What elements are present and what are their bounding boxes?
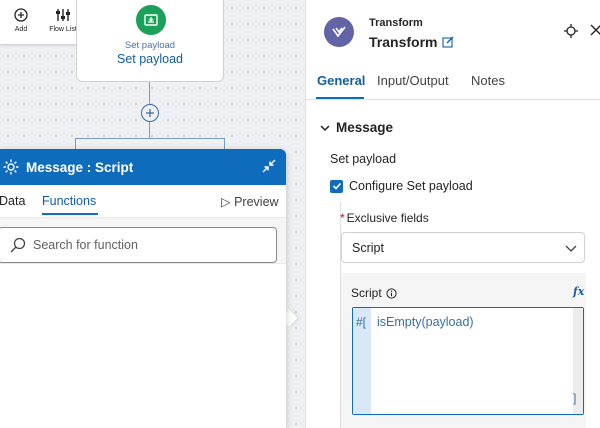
tab-functions[interactable]: Functions	[42, 194, 96, 208]
tab-notes[interactable]: Notes	[471, 73, 505, 88]
tabs-divider	[306, 99, 600, 100]
chevron-down-icon	[565, 245, 577, 252]
transform-icon	[324, 17, 354, 47]
component-name: Transform	[369, 34, 454, 50]
search-input[interactable]	[33, 238, 263, 252]
add-label: Add	[14, 26, 28, 33]
script-editor[interactable]: #[ isEmpty(payload) ]	[352, 307, 584, 415]
edit-icon[interactable]	[442, 36, 454, 48]
close-icon[interactable]	[590, 24, 600, 36]
preview-label: Preview	[234, 195, 279, 209]
script-label-text: Script	[351, 286, 382, 300]
tab-input-output[interactable]: Input/Output	[377, 73, 449, 88]
connector-line	[149, 82, 150, 104]
checkbox-label: Configure Set payload	[349, 179, 473, 193]
tab-data[interactable]: Data	[0, 194, 25, 208]
component-type: Transform	[369, 17, 423, 29]
exclusive-fields-text: Exclusive fields	[346, 211, 429, 225]
search-field[interactable]	[0, 227, 277, 263]
script-code[interactable]: isEmpty(payload)	[377, 315, 474, 329]
checkbox-checked[interactable]	[330, 179, 343, 193]
flow-list-label: Flow List	[49, 26, 77, 33]
script-popup: Message : Script Data Functions ▷ Previe…	[0, 149, 286, 428]
flow-list-icon	[56, 9, 70, 21]
search-icon	[10, 237, 26, 253]
info-icon[interactable]	[386, 287, 397, 299]
set-payload-icon	[136, 5, 166, 35]
play-icon: ▷	[221, 195, 235, 209]
popup-title: Message : Script	[26, 159, 134, 175]
search-bar	[0, 217, 286, 264]
canvas-toolbar: Add Flow List	[0, 0, 85, 44]
connector-line	[149, 122, 150, 138]
insert-step-button[interactable]	[141, 104, 159, 122]
configure-set-payload-checkbox[interactable]: Configure Set payload	[330, 179, 473, 193]
node-subtitle: Set payload	[124, 40, 176, 51]
add-button[interactable]: Add	[0, 0, 42, 44]
set-payload-label: Set payload	[330, 152, 397, 166]
exclusive-fields-label: * Exclusive fields	[340, 211, 429, 225]
flow-canvas[interactable]: Add Flow List Set payload Set payload Me…	[0, 0, 305, 428]
pin-icon[interactable]	[564, 24, 578, 38]
popup-tabs: Data Functions ▷ Preview	[0, 185, 286, 217]
section-title: Message	[336, 120, 394, 135]
set-payload-node[interactable]: Set payload Set payload	[76, 0, 224, 82]
node-title: Set payload	[116, 52, 184, 66]
tab-functions-underline	[42, 213, 98, 215]
chevron-down-icon	[320, 124, 330, 131]
script-field-group: Script fx #[ isEmpty(payload) ]	[340, 273, 586, 428]
expression-open-marker: #[	[356, 315, 367, 329]
plus-icon	[146, 109, 154, 117]
expression-close-marker: ]	[573, 391, 577, 405]
required-mark: *	[340, 211, 345, 225]
script-label: Script	[351, 286, 397, 300]
properties-panel: Transform Transform General Input/Output…	[305, 0, 600, 428]
script-gear-icon	[3, 159, 19, 175]
preview-button[interactable]: ▷ Preview	[221, 194, 279, 209]
add-icon	[14, 8, 28, 22]
exclusive-fields-select[interactable]: Script	[341, 232, 585, 263]
checkmark-icon	[332, 182, 341, 190]
tab-general[interactable]: General	[317, 73, 365, 88]
component-title: Transform	[369, 34, 438, 50]
collapse-icon[interactable]	[262, 159, 276, 178]
select-value: Script	[352, 240, 384, 255]
fx-button[interactable]: fx	[573, 285, 584, 298]
message-section-toggle[interactable]: Message	[320, 120, 393, 135]
popup-header: Message : Script	[0, 149, 286, 185]
